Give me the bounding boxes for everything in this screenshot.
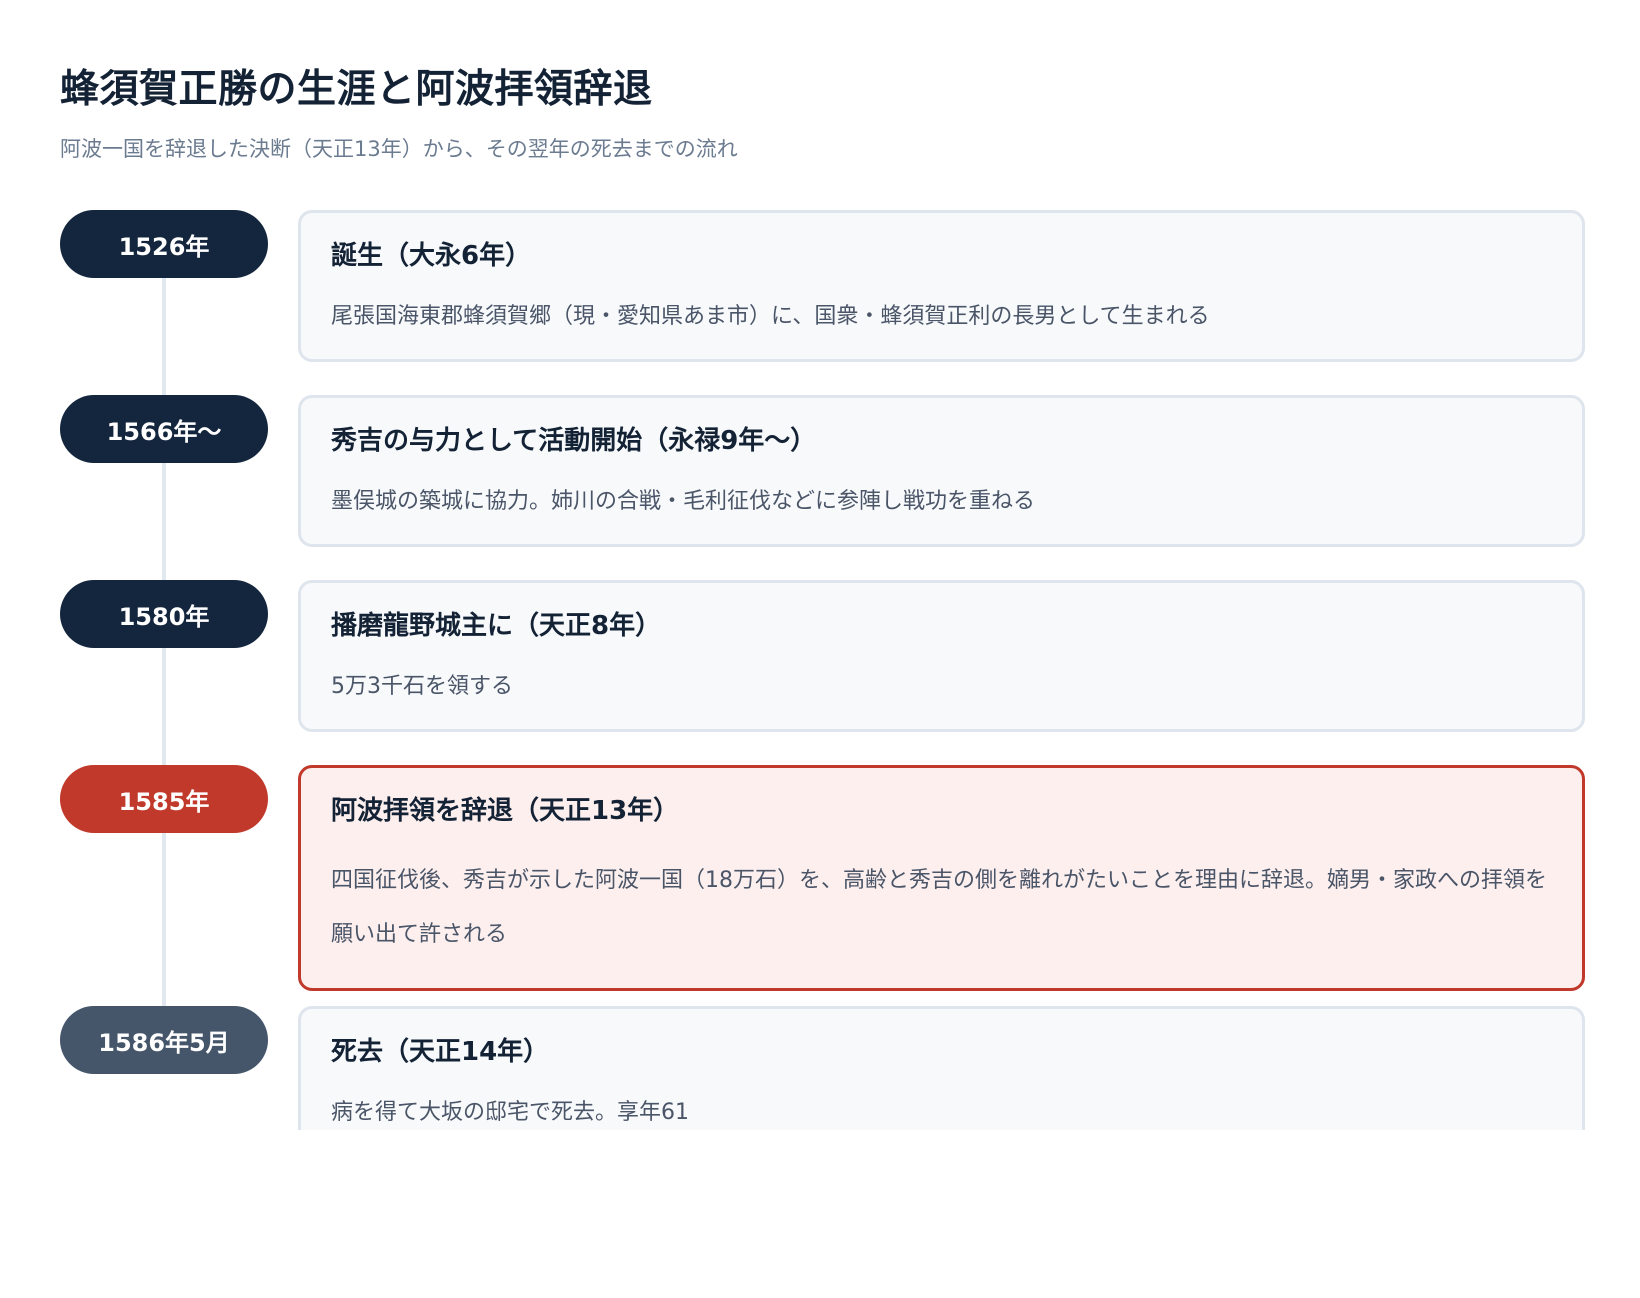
event-title: 死去（天正14年） [331, 1037, 550, 1067]
year-pill-highlight: 1585年 [60, 765, 268, 833]
event-card: 誕生（大永6年） 尾張国海東郡蜂須賀郷（現・愛知県あま市）に、国衆・蜂須賀正利の… [298, 210, 1585, 362]
year-pill: 1580年 [60, 580, 268, 648]
event-description: 四国征伐後、秀吉が示した阿波一国（18万石）を、高齢と秀吉の側を離れがたいことを… [331, 868, 1547, 947]
year-pill: 1566年〜 [60, 395, 268, 463]
event-card: 播磨龍野城主に（天正8年） 5万3千石を領する [298, 580, 1585, 732]
event-card: 秀吉の与力として活動開始（永禄9年〜） 墨俣城の築城に協力。姉川の合戦・毛利征伐… [298, 395, 1585, 547]
event-description: 5万3千石を領する [331, 674, 513, 699]
event-title: 阿波拝領を辞退（天正13年） [331, 796, 680, 826]
event-card: 死去（天正14年） 病を得て大坂の邸宅で死去。享年61 [298, 1006, 1585, 1130]
event-title: 誕生（大永6年） [331, 241, 532, 271]
page-title: 蜂須賀正勝の生涯と阿波拝領辞退 [60, 67, 653, 112]
event-title: 秀吉の与力として活動開始（永禄9年〜） [331, 426, 817, 456]
event-description: 尾張国海東郡蜂須賀郷（現・愛知県あま市）に、国衆・蜂須賀正利の長男として生まれる [331, 304, 1210, 329]
event-title: 播磨龍野城主に（天正8年） [331, 611, 662, 641]
timeline: 1526年 誕生（大永6年） 尾張国海東郡蜂須賀郷（現・愛知県あま市）に、国衆・… [60, 210, 1585, 1130]
event-description: 病を得て大坂の邸宅で死去。享年61 [331, 1100, 689, 1125]
event-card-highlight: 阿波拝領を辞退（天正13年） 四国征伐後、秀吉が示した阿波一国（18万石）を、高… [298, 765, 1585, 991]
event-description: 墨俣城の築城に協力。姉川の合戦・毛利征伐などに参陣し戦功を重ねる [331, 489, 1036, 514]
timeline-line [162, 270, 166, 1070]
year-pill-final: 1586年5月 [60, 1006, 268, 1074]
year-pill: 1526年 [60, 210, 268, 278]
page-subtitle: 阿波一国を辞退した決断（天正13年）から、その翌年の死去までの流れ [60, 137, 738, 161]
